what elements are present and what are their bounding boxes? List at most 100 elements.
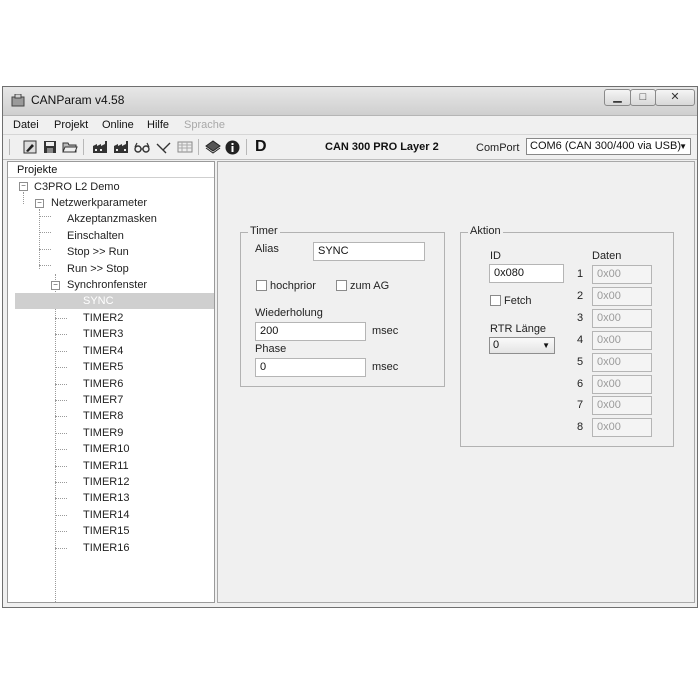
tree-line [39,216,51,217]
info-icon[interactable] [223,138,241,156]
tree-line [39,265,51,266]
wiederholung-label: Wiederholung [255,307,323,319]
toolbar-separator [246,139,247,155]
tree-item-timer[interactable]: TIMER3 [83,326,123,342]
chevron-down-icon: ▼ [679,142,687,151]
factory-icon[interactable] [91,138,109,156]
hochprior-checkbox[interactable] [256,280,267,291]
tree-item-timer[interactable]: TIMER10 [83,441,129,457]
fetch-checkbox[interactable] [490,295,501,306]
tree-line [55,334,67,336]
comport-select[interactable]: COM6 (CAN 300/400 via USB) ▼ [526,138,691,155]
rtr-laenge-select[interactable]: 0 ▼ [489,337,555,354]
daten-input[interactable]: 0x00 [592,308,652,328]
tree-line [39,209,40,269]
daten-input[interactable]: 0x00 [592,418,652,438]
wiederholung-input[interactable]: 200 [255,322,366,341]
tree-item-timer[interactable]: TIMER9 [83,425,123,441]
close-button[interactable]: ✕ [655,89,695,106]
tree-line [39,232,51,233]
collapse-toggle[interactable]: − [51,281,60,290]
tree-item-sync[interactable]: SYNC [15,293,214,309]
comport-value: COM6 (CAN 300/400 via USB) [530,140,681,152]
d-label: D [255,138,267,155]
tree-item-timer[interactable]: TIMER7 [83,392,123,408]
tree-item-run-stop[interactable]: Run >> Stop [67,261,129,277]
tree-item-timer[interactable]: TIMER4 [83,343,123,359]
daten-input[interactable]: 0x00 [592,374,652,394]
window-title: CANParam v4.58 [31,93,125,107]
link-icon[interactable] [155,138,173,156]
tree-item-timer[interactable]: TIMER8 [83,408,123,424]
tree-item-synchronfenster[interactable]: Synchronfenster [67,277,147,293]
collapse-toggle[interactable]: − [19,182,28,191]
app-icon [11,94,25,107]
daten-index-label: 2 [577,289,584,302]
tree-line [39,249,51,250]
toolbar-grip [9,139,10,155]
tree-line [55,531,67,533]
maximize-button[interactable]: □ [630,89,656,106]
table-icon[interactable] [176,138,194,156]
tree-item-akzeptanzmasken[interactable]: Akzeptanzmasken [67,211,157,227]
daten-input[interactable]: 0x00 [592,352,652,372]
toolbar: D CAN 300 PRO Layer 2 ComPort COM6 (CAN … [3,134,697,160]
daten-input[interactable]: 0x00 [592,330,652,350]
phase-input[interactable]: 0 [255,358,366,377]
title-bar[interactable]: CANParam v4.58 ▁ □ ✕ [3,87,697,116]
aktion-group: Aktion ID 0x080 Fetch RTR Länge 0 ▼ Date… [460,225,674,447]
collapse-toggle[interactable]: − [35,199,44,208]
fetch-label: Fetch [504,295,532,307]
wiederholung-unit: msec [372,325,399,337]
open-folder-icon[interactable] [61,138,79,156]
tree-item-timer[interactable]: TIMER14 [83,507,129,523]
phase-label: Phase [255,343,287,355]
zum-ag-checkbox[interactable] [336,280,347,291]
tree-item-netzwerkparameter[interactable]: Netzwerkparameter [51,195,147,211]
menu-datei[interactable]: Datei [13,119,39,131]
hochprior-label: hochprior [270,280,316,292]
tree-line [55,400,67,401]
menu-hilfe[interactable]: Hilfe [147,119,169,131]
tree-line [55,367,67,369]
save-icon[interactable] [41,138,59,156]
tree-item-timer[interactable]: TIMER15 [83,523,129,539]
comport-label: ComPort [476,142,520,154]
menu-online[interactable]: Online [102,119,134,131]
rtr-laenge-label: RTR Länge [490,323,547,335]
timer-group: Timer Alias SYNC hochprior zum AG Wieder… [240,225,445,387]
tree-line [55,449,67,451]
tree-item-timer[interactable]: TIMER16 [83,540,129,556]
phase-unit: msec [372,361,399,373]
alias-input[interactable]: SYNC [313,242,425,261]
id-input[interactable]: 0x080 [489,264,564,283]
tree-item-timer[interactable]: TIMER2 [83,310,123,326]
tree-item-stop-run[interactable]: Stop >> Run [67,244,129,260]
tree-item-timer[interactable]: TIMER12 [83,474,129,490]
factory-alt-icon[interactable] [112,138,130,156]
tree-item-timer[interactable]: TIMER11 [83,458,129,474]
daten-index-label: 6 [577,377,584,390]
tree-item-root[interactable]: C3PRO L2 Demo [34,179,120,195]
tree-item-timer[interactable]: TIMER6 [83,376,123,392]
daten-label: Daten [592,250,622,262]
daten-input[interactable]: 0x00 [592,265,652,284]
daten-index-label: 1 [577,268,584,280]
minimize-button[interactable]: ▁ [604,89,631,106]
pin-icon[interactable] [21,138,39,156]
tree-header-label: Projekte [17,164,58,176]
tree-line [55,318,67,319]
book-icon[interactable] [204,138,222,156]
menu-projekt[interactable]: Projekt [54,119,88,131]
tree-line [55,514,67,516]
daten-input[interactable]: 0x00 [592,286,652,306]
menu-sprache[interactable]: Sprache [184,119,225,131]
tree-line [55,482,67,483]
tree-line [55,547,67,549]
tree-item-timer[interactable]: TIMER13 [83,490,129,506]
tree-item-einschalten[interactable]: Einschalten [67,228,124,244]
aktion-group-label: Aktion [468,225,503,237]
daten-input[interactable]: 0x00 [592,396,652,416]
tree-item-timer[interactable]: TIMER5 [83,359,123,375]
glasses-icon[interactable] [133,138,151,156]
